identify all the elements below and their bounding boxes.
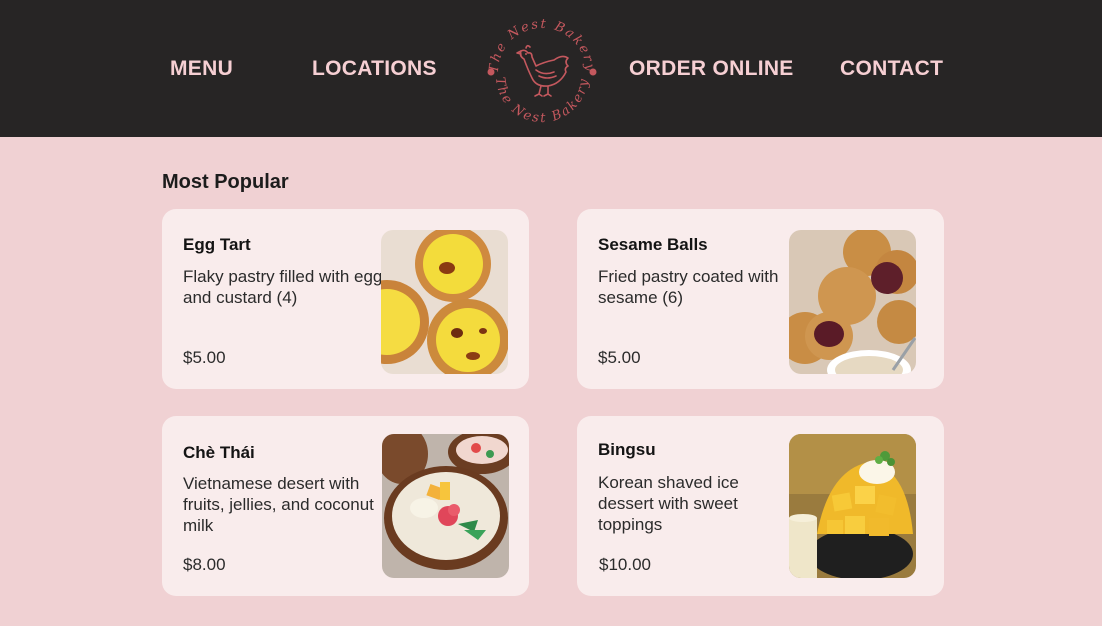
svg-text:The Nest Bakery: The Nest Bakery [487,17,597,74]
item-name: Bingsu [598,440,656,459]
item-price: $5.00 [183,348,226,367]
svg-text:The Nest Bakery: The Nest Bakery [492,76,592,126]
item-description: Flaky pastry filled with egg and custard… [183,267,383,307]
item-description: Vietnamese desert with fruits, jellies, … [183,474,374,535]
nav-locations-link[interactable]: LOCATIONS [312,57,437,81]
item-price: $8.00 [183,555,226,574]
site-header: MENU LOCATIONS The Nest Bakery The Nest … [0,0,1102,137]
menu-item-card[interactable]: Bingsu Korean shaved ice dessert with sw… [577,416,944,596]
item-name: Egg Tart [183,235,251,254]
item-description: Fried pastry coated with sesame (6) [598,267,779,307]
menu-item-card[interactable]: Egg Tart Flaky pastry filled with egg an… [162,209,529,389]
item-price: $10.00 [599,555,651,574]
nav-order-online-link[interactable]: ORDER ONLINE [629,57,794,81]
egg-tart-photo [381,230,508,374]
bingsu-photo [789,434,916,578]
item-name: Sesame Balls [598,235,708,254]
hen-icon [516,44,569,97]
menu-item-card[interactable]: Sesame Balls Fried pastry coated with se… [577,209,944,389]
item-description: Korean shaved ice dessert with sweet top… [598,473,739,534]
nav-contact-link[interactable]: CONTACT [840,57,943,81]
sesame-balls-photo [789,230,916,374]
item-price: $5.00 [598,348,641,367]
nav-menu-link[interactable]: MENU [170,57,233,81]
item-name: Chè Thái [183,443,255,462]
bakery-logo[interactable]: The Nest Bakery The Nest Bakery [484,14,600,130]
menu-item-card[interactable]: Chè Thái Vietnamese desert with fruits, … [162,416,529,596]
section-title: Most Popular [162,171,289,193]
che-thai-photo [382,434,509,578]
